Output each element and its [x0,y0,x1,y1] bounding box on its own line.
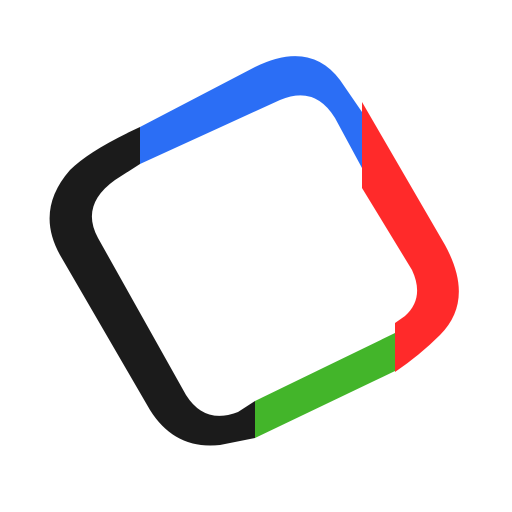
logo-red-segment [362,102,459,372]
logo-black-segment [49,127,255,446]
rotated-rounded-square-frame-icon [49,56,459,446]
logo-blue-segment [140,56,362,169]
logo-canvas [0,0,512,512]
logo-green-segment [255,333,395,438]
